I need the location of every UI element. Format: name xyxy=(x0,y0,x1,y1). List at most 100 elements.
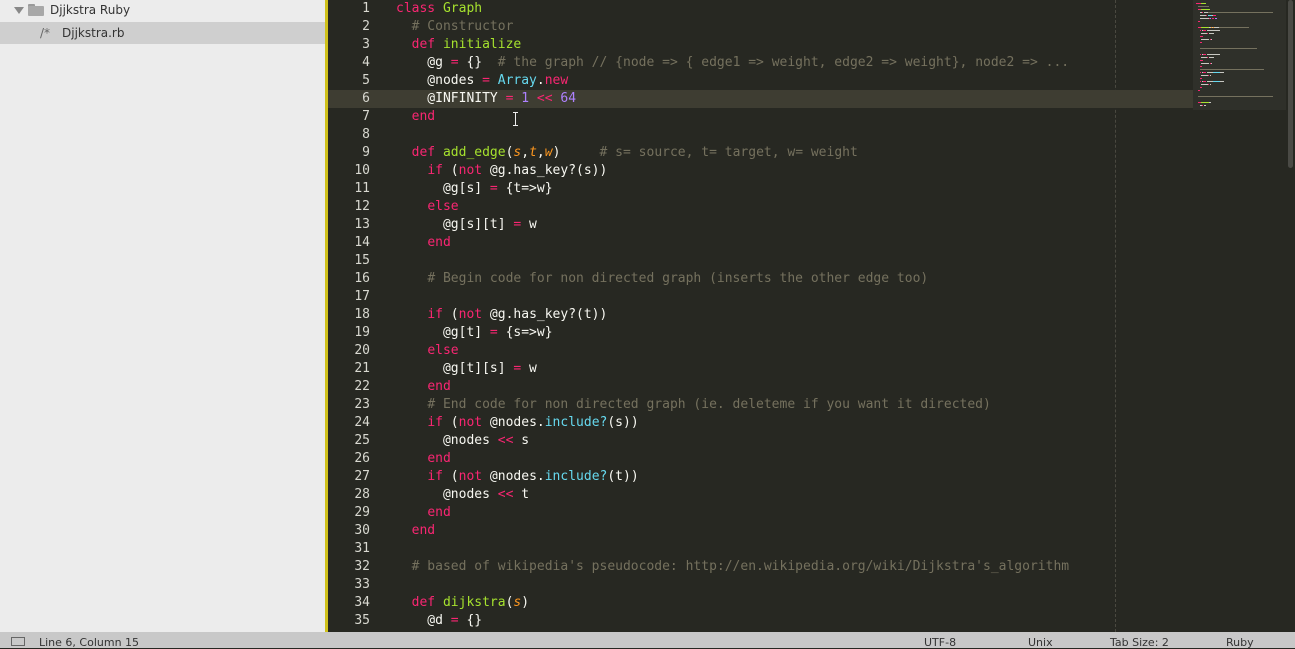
code-line[interactable]: 17 xyxy=(328,288,1295,306)
code-line[interactable]: 29 end xyxy=(328,504,1295,522)
code-line[interactable]: 35 @d = {} xyxy=(328,612,1295,630)
syntax-selector[interactable]: Ruby xyxy=(1226,636,1254,649)
code-text[interactable]: # based of wikipedia's pseudocode: http:… xyxy=(396,558,1069,576)
code-text[interactable]: @nodes << s xyxy=(396,432,529,450)
code-line[interactable]: 5 @nodes = Array.new xyxy=(328,72,1295,90)
code-line[interactable]: 13 @g[s][t] = w xyxy=(328,216,1295,234)
code-text[interactable]: else xyxy=(396,198,459,216)
minimap-line xyxy=(1201,39,1210,40)
code-token: @g.has_key?(t)) xyxy=(482,307,608,322)
code-text[interactable]: def add_edge(s,t,w) # s= source, t= targ… xyxy=(396,144,858,162)
code-line[interactable]: 31 xyxy=(328,540,1295,558)
tab-size-selector[interactable]: Tab Size: 2 xyxy=(1110,636,1169,649)
minimap-line xyxy=(1206,30,1221,31)
code-token: @d xyxy=(396,613,451,628)
code-text[interactable]: end xyxy=(396,450,450,468)
code-text[interactable]: @d = {} xyxy=(396,612,482,630)
code-line[interactable]: 3 def initialize xyxy=(328,36,1295,54)
code-text[interactable]: @g[s] = {t=>w} xyxy=(396,180,553,198)
code-line[interactable]: 21 @g[t][s] = w xyxy=(328,360,1295,378)
code-text[interactable]: if (not @g.has_key?(s)) xyxy=(396,162,607,180)
code-line[interactable]: 15 xyxy=(328,252,1295,270)
code-line[interactable]: 19 @g[t] = {s=>w} xyxy=(328,324,1295,342)
code-line[interactable]: 27 if (not @nodes.include?(t)) xyxy=(328,468,1295,486)
encoding-selector[interactable]: UTF-8 xyxy=(924,636,956,649)
code-line[interactable]: 23 # End code for non directed graph (ie… xyxy=(328,396,1295,414)
code-line[interactable]: 8 xyxy=(328,126,1295,144)
code-line[interactable]: 14 end xyxy=(328,234,1295,252)
code-text[interactable]: @g[t][s] = w xyxy=(396,360,537,378)
minimap-line xyxy=(1220,81,1224,82)
line-number: 32 xyxy=(354,559,370,574)
code-line[interactable]: 25 @nodes << s xyxy=(328,432,1295,450)
code-line[interactable]: 1 class Graph xyxy=(328,0,1295,18)
code-text[interactable]: else xyxy=(396,342,458,360)
code-line[interactable]: 33 xyxy=(328,576,1295,594)
code-token: ( xyxy=(442,307,459,322)
code-text[interactable]: def initialize xyxy=(396,36,522,54)
sidebar-file-djjkstra-rb[interactable]: /* Djjkstra.rb xyxy=(0,22,325,44)
code-line[interactable]: 20 else xyxy=(328,342,1295,360)
minimap-line xyxy=(1199,72,1202,73)
code-line[interactable]: 10 if (not @g.has_key?(s)) xyxy=(328,162,1295,180)
code-line[interactable]: 12 else xyxy=(328,198,1295,216)
code-editor[interactable]: 1 class Graph 2 # Constructor 3 def initial… xyxy=(328,0,1295,632)
code-text[interactable]: end xyxy=(396,504,450,522)
code-line[interactable]: 2 # Constructor xyxy=(328,18,1295,36)
code-text[interactable]: @g[t] = {s=>w} xyxy=(396,324,553,342)
code-token: end xyxy=(427,379,451,394)
code-text[interactable]: if (not @g.has_key?(t)) xyxy=(396,306,607,324)
sidebar: Djjkstra Ruby /* Djjkstra.rb xyxy=(0,0,325,632)
code-text[interactable]: end xyxy=(396,234,450,252)
code-line[interactable]: 9 def add_edge(s,t,w) # s= source, t= ta… xyxy=(328,144,1295,162)
code-text[interactable]: # Constructor xyxy=(396,18,514,36)
scrollbar-thumb[interactable] xyxy=(1288,0,1293,168)
sidebar-folder-djjkstra-ruby[interactable]: Djjkstra Ruby xyxy=(0,0,325,22)
code-token: if xyxy=(427,307,443,322)
code-line[interactable]: 32 # based of wikipedia's pseudocode: ht… xyxy=(328,558,1295,576)
code-text[interactable]: @nodes = Array.new xyxy=(396,72,568,90)
code-line[interactable]: 28 @nodes << t xyxy=(328,486,1295,504)
code-line[interactable]: 4 @g = {} # the graph // {node => { edge… xyxy=(328,54,1295,72)
cursor-position: Line 6, Column 15 xyxy=(39,636,140,649)
minimap-line xyxy=(1207,12,1274,13)
code-text[interactable]: # Begin code for non directed graph (ins… xyxy=(396,270,928,288)
chevron-down-icon[interactable] xyxy=(14,7,24,14)
code-line[interactable]: 34 def dijkstra(s) xyxy=(328,594,1295,612)
code-line[interactable]: 6 @INFINITY = 1 << 64 xyxy=(328,90,1193,108)
minimap-line xyxy=(1201,9,1211,10)
code-text[interactable]: if (not @nodes.include?(s)) xyxy=(396,414,638,432)
code-token: @nodes xyxy=(396,73,483,88)
minimap[interactable] xyxy=(1193,0,1288,632)
code-text[interactable]: @INFINITY = 1 << 64 xyxy=(396,90,576,108)
code-text[interactable]: end xyxy=(396,108,435,126)
code-text[interactable]: @g[s][t] = w xyxy=(396,216,537,234)
panel-toggle-icon[interactable] xyxy=(11,637,25,646)
line-number: 21 xyxy=(354,361,370,376)
code-text[interactable]: end xyxy=(396,522,435,540)
line-endings-selector[interactable]: Unix xyxy=(1028,636,1053,649)
minimap-line xyxy=(1208,33,1214,34)
code-text[interactable]: class Graph xyxy=(396,0,482,18)
code-text[interactable]: if (not @nodes.include?(t)) xyxy=(396,468,638,486)
code-text[interactable]: end xyxy=(396,378,451,396)
code-text[interactable]: def dijkstra(s) xyxy=(396,594,529,612)
code-line[interactable]: 22 end xyxy=(328,378,1295,396)
code-line[interactable]: 26 end xyxy=(328,450,1295,468)
code-token: @g xyxy=(396,55,451,70)
code-line[interactable]: 24 if (not @nodes.include?(s)) xyxy=(328,414,1295,432)
code-line[interactable]: 30 end xyxy=(328,522,1295,540)
code-line[interactable]: 18 if (not @g.has_key?(t)) xyxy=(328,306,1295,324)
code-text[interactable]: @g = {} # the graph // {node => { edge1 … xyxy=(396,54,1069,72)
code-text[interactable]: @nodes << t xyxy=(396,486,529,504)
code-text[interactable]: # End code for non directed graph (ie. d… xyxy=(396,396,991,414)
minimap-line xyxy=(1199,66,1203,67)
code-line[interactable]: 11 @g[s] = {t=>w} xyxy=(328,180,1295,198)
code-line[interactable]: 7 end xyxy=(328,108,1295,126)
code-token: else xyxy=(427,199,459,214)
code-line[interactable]: 16 # Begin code for non directed graph (… xyxy=(328,270,1295,288)
